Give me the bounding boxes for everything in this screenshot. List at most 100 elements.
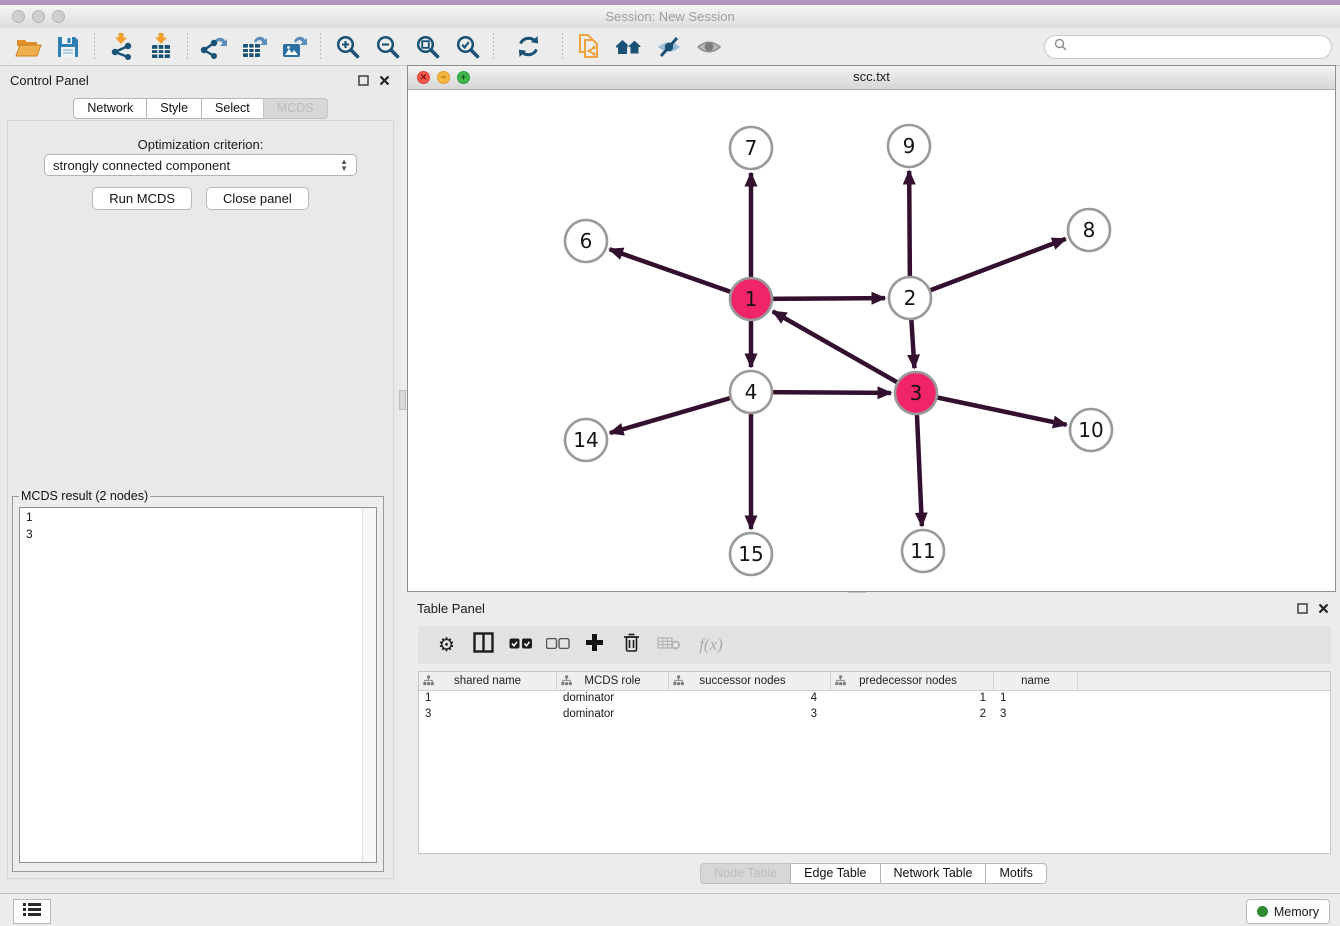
network-graph-canvas[interactable]: 1234678910111415	[408, 90, 1335, 592]
vertical-splitter-handle[interactable]	[399, 390, 406, 410]
delete-table-icon	[657, 635, 681, 656]
table-row[interactable]: 1dominator411	[419, 691, 1330, 707]
hierarchy-icon	[673, 675, 684, 689]
column-header-shared-name[interactable]: shared name	[419, 672, 557, 690]
eye-slash-icon	[656, 35, 682, 59]
task-history-button[interactable]	[13, 899, 51, 924]
deselect-all-columns-button[interactable]	[539, 630, 576, 660]
tab-network-table[interactable]: Network Table	[880, 863, 987, 884]
select-stepper-icon: ▲▼	[340, 158, 348, 172]
memory-button[interactable]: Memory	[1246, 899, 1330, 924]
maximize-view-button[interactable]: +	[457, 71, 470, 84]
zoom-window-button[interactable]	[52, 10, 65, 23]
column-header-name[interactable]: name	[994, 672, 1078, 690]
graph-node-label: 6	[580, 229, 593, 253]
close-view-button[interactable]: ✕	[417, 71, 430, 84]
table-cell[interactable]: 1	[419, 691, 557, 707]
save-session-button[interactable]	[48, 31, 88, 63]
tab-motifs[interactable]: Motifs	[985, 863, 1046, 884]
import-table-button[interactable]	[141, 31, 181, 63]
table-cell[interactable]: 4	[669, 691, 831, 707]
export-network-button[interactable]	[194, 31, 234, 63]
search-box[interactable]	[1044, 35, 1332, 59]
task-list-icon	[23, 902, 41, 921]
close-panel-icon[interactable]	[378, 74, 391, 87]
table-header-row: shared name MCDS role successor nodes pr…	[419, 672, 1330, 691]
minimize-view-button[interactable]: −	[437, 71, 450, 84]
search-input[interactable]	[1073, 39, 1322, 55]
import-network-button[interactable]	[101, 31, 141, 63]
graph-edge-3-10[interactable]	[916, 393, 1067, 425]
run-mcds-button[interactable]: Run MCDS	[92, 187, 192, 210]
toolbar-separator	[187, 33, 188, 61]
tab-style[interactable]: Style	[146, 98, 202, 119]
table-cell[interactable]: 2	[831, 707, 994, 723]
criterion-select[interactable]: strongly connected component ▲▼	[44, 154, 357, 176]
tab-node-table[interactable]: Node Table	[700, 863, 791, 884]
toolbar-separator	[320, 33, 321, 61]
hierarchy-icon	[561, 675, 572, 689]
control-panel-title: Control Panel	[10, 73, 89, 88]
network-view-window: ✕ − + scc.txt 1234678910111415	[407, 65, 1336, 592]
float-panel-icon[interactable]	[1296, 602, 1309, 615]
search-icon	[1054, 38, 1067, 56]
column-header-predecessor-nodes[interactable]: predecessor nodes	[831, 672, 994, 690]
home-layout-button[interactable]	[609, 31, 649, 63]
tab-mcds[interactable]: MCDS	[263, 98, 328, 119]
unchecked-boxes-icon	[546, 636, 570, 654]
network-window-titlebar[interactable]: ✕ − + scc.txt	[408, 66, 1335, 90]
graph-node-label: 9	[903, 134, 916, 158]
open-file-button[interactable]	[8, 31, 48, 63]
network-view-title: scc.txt	[408, 66, 1335, 88]
table-cell[interactable]: 1	[994, 691, 1078, 707]
close-panel-icon[interactable]	[1317, 602, 1330, 615]
toolbar-separator	[94, 33, 95, 61]
table-tabstrip: Node Table Edge Table Network Table Moti…	[407, 863, 1340, 884]
optimization-criterion-label: Optimization criterion:	[8, 137, 393, 152]
select-all-columns-button[interactable]	[502, 630, 539, 660]
table-settings-button[interactable]: ⚙	[428, 630, 465, 660]
close-window-button[interactable]	[12, 10, 25, 23]
graph-edge-3-1[interactable]	[773, 311, 916, 393]
delete-column-button[interactable]	[613, 630, 650, 660]
mcds-result-item[interactable]: 3	[26, 526, 376, 543]
plus-icon	[585, 633, 604, 657]
table-cell[interactable]: 1	[831, 691, 994, 707]
tab-edge-table[interactable]: Edge Table	[790, 863, 880, 884]
table-row[interactable]: 3dominator323	[419, 707, 1330, 723]
network-file-button[interactable]	[569, 31, 609, 63]
table-cell[interactable]: dominator	[557, 707, 669, 723]
tab-select[interactable]: Select	[201, 98, 264, 119]
tab-network[interactable]: Network	[73, 98, 147, 119]
column-header-successor-nodes[interactable]: successor nodes	[669, 672, 831, 690]
mcds-result-item[interactable]: 1	[26, 509, 376, 526]
window-title: Session: New Session	[0, 5, 1340, 28]
column-header-mcds-role[interactable]: MCDS role	[557, 672, 669, 690]
table-cell[interactable]: dominator	[557, 691, 669, 707]
minimize-window-button[interactable]	[32, 10, 45, 23]
trash-icon	[622, 632, 641, 658]
export-image-button[interactable]	[274, 31, 314, 63]
graph-edge-1-6[interactable]	[610, 249, 751, 299]
scrollbar-track[interactable]	[362, 508, 376, 862]
zoom-in-button[interactable]	[327, 31, 367, 63]
table-cell[interactable]: 3	[419, 707, 557, 723]
mcds-result-list[interactable]: 13	[19, 507, 377, 863]
graph-edge-2-8[interactable]	[910, 239, 1066, 298]
refresh-button[interactable]	[500, 31, 556, 63]
float-panel-icon[interactable]	[357, 74, 370, 87]
create-column-button[interactable]	[576, 630, 613, 660]
zoom-selected-button[interactable]	[447, 31, 487, 63]
split-columns-button[interactable]	[465, 630, 502, 660]
main-toolbar	[0, 28, 1340, 66]
hide-selected-button[interactable]	[649, 31, 689, 63]
show-all-button[interactable]	[689, 31, 729, 63]
table-cell[interactable]: 3	[994, 707, 1078, 723]
table-cell[interactable]: 3	[669, 707, 831, 723]
control-panel: Control Panel Network Style Select MCDS …	[0, 67, 401, 893]
export-table-button[interactable]	[234, 31, 274, 63]
close-panel-button[interactable]: Close panel	[206, 187, 309, 210]
zoom-out-button[interactable]	[367, 31, 407, 63]
graph-node-label: 11	[910, 539, 935, 563]
zoom-fit-button[interactable]	[407, 31, 447, 63]
